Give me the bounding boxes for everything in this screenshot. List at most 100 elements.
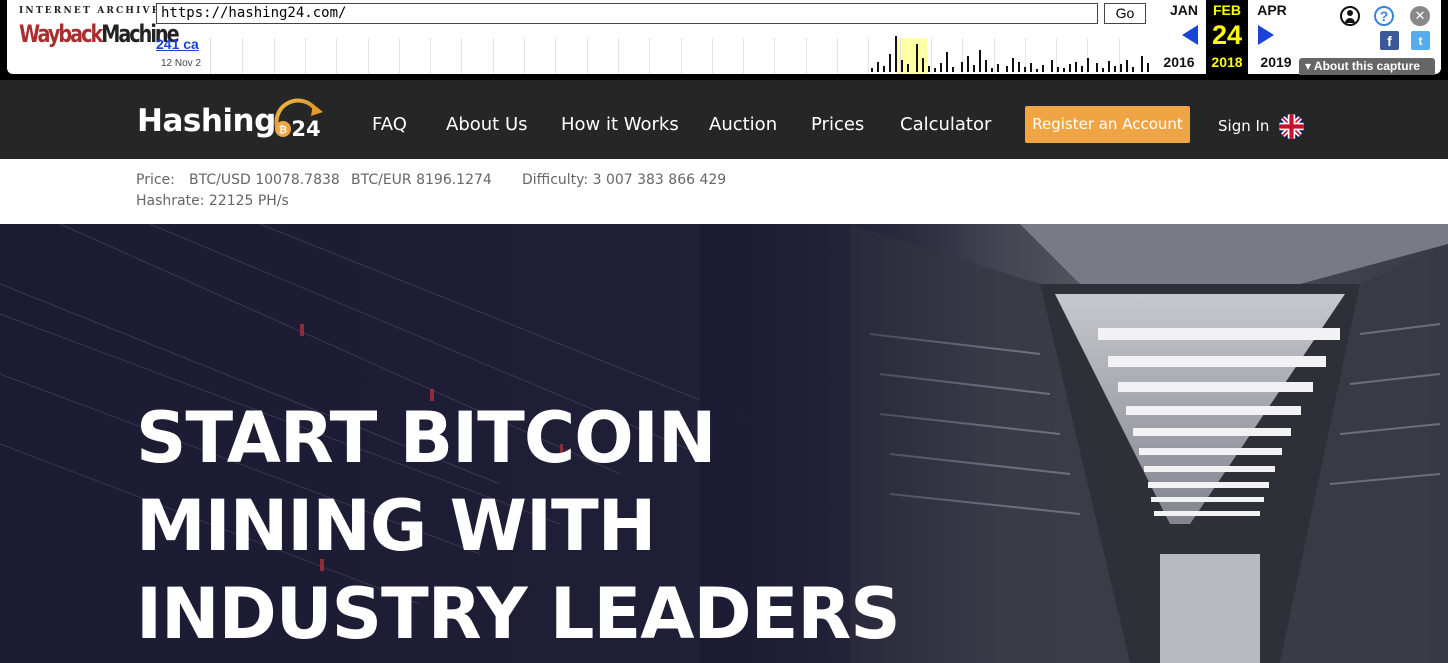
register-account-button[interactable]: Register an Account <box>1025 106 1190 143</box>
site-header: Hashing ₿ 24 FAQ About Us How it Works A… <box>0 80 1448 159</box>
brand-wordmark: Hashing <box>137 103 276 139</box>
twitter-icon[interactable]: t <box>1411 31 1430 50</box>
next-month-link[interactable]: APR <box>1250 2 1294 18</box>
sparkline-capture-bar <box>877 62 879 72</box>
current-capture-date: FEB 24 2018 <box>1206 0 1248 74</box>
sparkline-capture-bar <box>967 56 969 72</box>
sparkline-capture-bar <box>985 60 987 72</box>
hero-banner: START BITCOIN MINING WITH INDUSTRY LEADE… <box>0 224 1448 663</box>
wayback-logo-top: INTERNET ARCHIVE <box>19 6 161 16</box>
network-difficulty: Difficulty: 3 007 383 866 429 <box>522 172 727 188</box>
sparkline-capture-bar <box>973 65 975 72</box>
sparkline-capture-bar <box>934 68 936 72</box>
sparkline-capture-bar <box>997 64 999 72</box>
sparkline-year-column <box>398 38 400 74</box>
sparkline-capture-bar <box>1126 60 1128 72</box>
sparkline-capture-bar <box>1063 68 1065 72</box>
sparkline-capture-bar <box>1030 63 1032 72</box>
current-month: FEB <box>1213 2 1241 18</box>
hero-headline: START BITCOIN MINING WITH INDUSTRY LEADE… <box>136 394 901 658</box>
svg-text:₿: ₿ <box>279 124 287 136</box>
sparkline-capture-bar <box>1006 66 1008 72</box>
sparkline-year-column <box>837 38 838 74</box>
wayback-logo[interactable]: INTERNET ARCHIVE WaybackMachine <box>19 6 180 62</box>
sparkline-year-column <box>649 38 651 74</box>
sparkline-capture-bar <box>1075 62 1077 72</box>
sparkline-capture-bar <box>1141 56 1143 72</box>
sparkline-capture-bar <box>1018 62 1020 72</box>
hero-headline-line-2: MINING WITH <box>136 485 656 567</box>
sparkline-year-column <box>555 38 557 74</box>
sparkline-capture-bar <box>961 62 963 72</box>
svg-text:24: 24 <box>291 117 320 141</box>
next-year-link[interactable]: 2019 <box>1254 54 1298 70</box>
nav-link-about-us[interactable]: About Us <box>446 114 528 135</box>
sparkline-capture-bar <box>928 66 930 72</box>
nav-link-faq[interactable]: FAQ <box>372 114 407 135</box>
current-year: 2018 <box>1211 54 1243 70</box>
sparkline-capture-bar <box>1102 68 1104 72</box>
sparkline-capture-bar <box>922 58 924 72</box>
sparkline-year-column <box>273 38 275 74</box>
prev-capture-arrow-icon[interactable] <box>1182 25 1198 45</box>
facebook-icon[interactable]: f <box>1380 31 1399 50</box>
current-day: 24 <box>1211 20 1243 50</box>
sparkline-year-column <box>805 38 807 74</box>
sparkline-capture-bar <box>895 36 897 72</box>
sparkline-capture-bar <box>952 67 954 72</box>
help-icon[interactable]: ? <box>1374 6 1394 26</box>
sparkline-capture-bar <box>1108 61 1110 72</box>
sign-in-link[interactable]: Sign In <box>1218 117 1269 135</box>
sparkline-year-column <box>242 38 244 74</box>
sparkline-capture-bar <box>871 68 873 72</box>
wayback-toolbar: INTERNET ARCHIVE WaybackMachine https://… <box>0 0 1448 80</box>
sparkline-year-column <box>930 38 932 74</box>
nav-link-auction[interactable]: Auction <box>709 114 777 135</box>
sparkline-capture-bar <box>1096 63 1098 72</box>
sparkline-capture-bar <box>1012 58 1014 72</box>
prev-month-link[interactable]: JAN <box>1162 2 1206 18</box>
wayback-go-button[interactable]: Go <box>1104 3 1146 24</box>
sparkline-capture-bar <box>1114 66 1116 72</box>
sparkline-capture-bar <box>901 60 903 72</box>
hero-headline-line-1: START BITCOIN <box>136 397 716 479</box>
sparkline-capture-bar <box>991 68 993 72</box>
sparkline-year-column <box>430 38 432 74</box>
price-ticker: Price: BTC/USD 10078.7838 BTC/EUR 8196.1… <box>0 159 1448 224</box>
sparkline-capture-bar <box>1057 67 1059 72</box>
sparkline-capture-bar <box>1132 67 1134 72</box>
sparkline-year-column <box>993 38 995 74</box>
sparkline-capture-bar <box>1069 64 1071 72</box>
nav-link-calculator[interactable]: Calculator <box>900 114 991 135</box>
next-capture-arrow-icon[interactable] <box>1258 25 1274 45</box>
sparkline-capture-bar <box>1147 63 1149 72</box>
about-capture-dropdown[interactable]: ▾ About this capture <box>1299 58 1435 75</box>
about-capture-label: About this capture <box>1313 59 1420 73</box>
sparkline-year-column <box>492 38 494 74</box>
sparkline-year-column <box>336 38 338 74</box>
btc-usd-price: BTC/USD 10078.7838 <box>189 172 340 188</box>
uk-flag-language-icon[interactable] <box>1279 114 1304 139</box>
sparkline-capture-bar <box>1081 66 1083 72</box>
btc-eur-price: BTC/EUR 8196.1274 <box>351 172 492 188</box>
sparkline-capture-bar <box>916 44 918 72</box>
sparkline-year-column <box>461 38 463 74</box>
sparkline-capture-bar <box>883 66 885 72</box>
user-account-icon[interactable] <box>1340 6 1360 26</box>
sparkline-capture-bar <box>1120 64 1122 72</box>
wayback-url-input[interactable]: https://hashing24.com/ <box>156 3 1098 24</box>
sparkline-capture-bar <box>1036 69 1038 72</box>
wayback-sparkline[interactable] <box>210 36 1150 74</box>
close-icon[interactable]: ✕ <box>1410 6 1430 26</box>
wayback-date-range: 12 Nov 2 <box>161 58 202 69</box>
nav-link-how-it-works[interactable]: How it Works <box>561 114 679 135</box>
sparkline-year-column <box>304 38 306 74</box>
sparkline-capture-bar <box>1042 65 1044 72</box>
nav-link-prices[interactable]: Prices <box>811 114 864 135</box>
wayback-captures-link[interactable]: 241 ca <box>156 36 208 52</box>
prev-year-link[interactable]: 2016 <box>1157 54 1201 70</box>
sparkline-capture-bar <box>946 52 948 72</box>
sparkline-capture-bar <box>889 54 891 72</box>
hero-headline-line-3: INDUSTRY LEADERS <box>136 573 901 655</box>
sparkline-capture-bar <box>1024 67 1026 72</box>
